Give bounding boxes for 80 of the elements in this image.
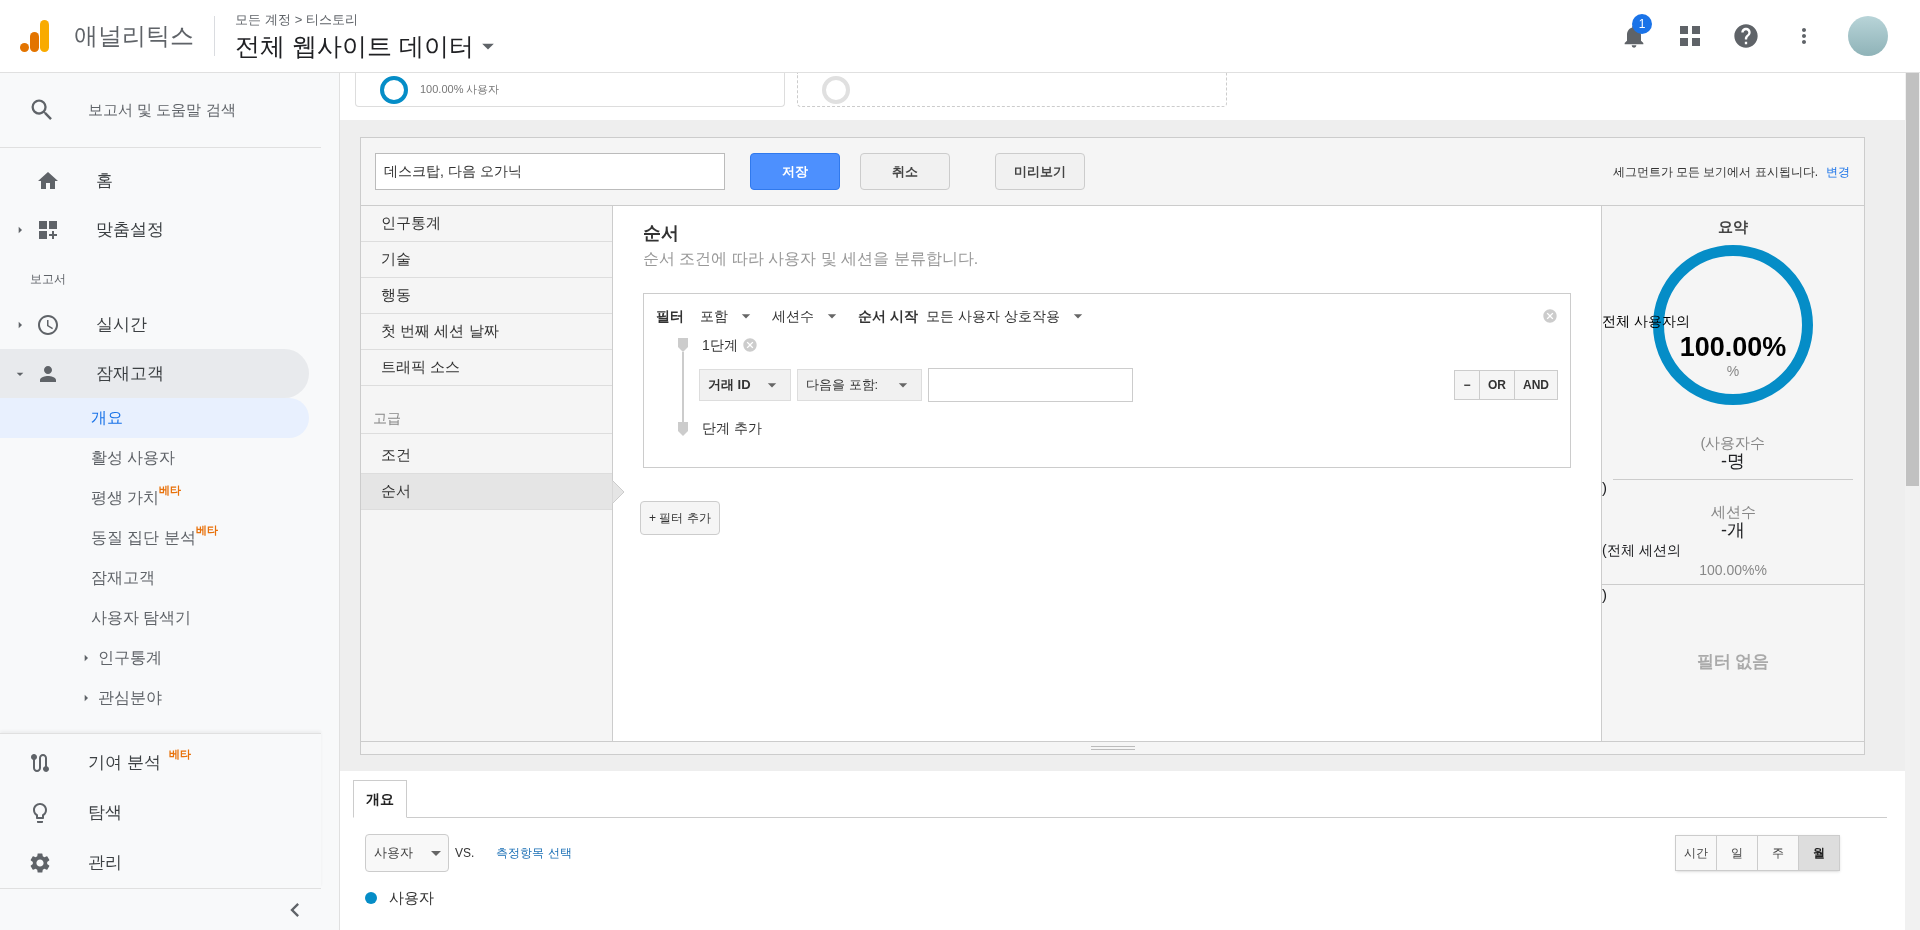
nav-subitem[interactable]: 인구통계 (0, 638, 309, 678)
add-filter-button[interactable]: + 필터 추가 (640, 501, 720, 535)
section-description: 순서 조건에 따라 사용자 및 세션을 분류합니다. (643, 249, 979, 269)
cancel-button[interactable]: 취소 (860, 153, 950, 190)
scope-dropdown[interactable]: 세션수 (772, 305, 842, 327)
sessions-value: -개 (1721, 519, 1745, 540)
breadcrumb-link[interactable]: 티스토리 (306, 10, 359, 30)
period-button[interactable]: 월 (1798, 835, 1840, 871)
closing-parenthesis: ) (1602, 584, 1607, 605)
filter-label: 필터 (656, 306, 684, 326)
nav-item[interactable]: 실시간 (0, 300, 309, 349)
step-label: 1단계 (702, 335, 738, 355)
nav-subitem[interactable]: 개요 (0, 398, 309, 438)
legend-label: 사용자 (389, 888, 434, 908)
sessions-share-value: 100.00%% (1699, 560, 1767, 580)
segment-card[interactable]: 100.00% 사용자 (355, 73, 785, 107)
sequence-start-dropdown[interactable]: 모든 사용자 상호작용 (925, 305, 1088, 327)
app-name: 애널리틱스 (74, 21, 194, 51)
closing-parenthesis: ) (1602, 479, 1607, 496)
dimension-dropdown[interactable]: 거래 ID (699, 369, 791, 401)
operator-dropdown[interactable]: 다음을 포함: (797, 369, 922, 401)
nav-subitem[interactable]: 사용자 탐색기 (0, 598, 309, 638)
beta-label: 베타 (195, 524, 218, 536)
percent-unit: % (1726, 361, 1740, 381)
logic-button[interactable]: AND (1514, 370, 1558, 400)
nav-item[interactable]: 잠재고객 (0, 349, 309, 398)
scrollbar[interactable] (1905, 73, 1920, 930)
select-metric-link[interactable]: 측정항목 선택 (496, 844, 572, 862)
users-share-value: 100.00% (1679, 330, 1787, 364)
change-link[interactable]: 변경 (1826, 162, 1850, 181)
route-icon (28, 751, 52, 775)
preview-button[interactable]: 미리보기 (995, 153, 1085, 190)
period-button[interactable]: 주 (1757, 835, 1799, 871)
ring-icon (380, 75, 408, 104)
advanced-label: 고급 (361, 408, 612, 434)
nav-subitem[interactable]: 잠재고객 (0, 558, 309, 598)
value-field[interactable] (928, 368, 1133, 402)
section-title: 순서 (643, 222, 679, 245)
grip-icon (1090, 745, 1135, 751)
visibility-notice: 세그먼트가 모든 보기에서 표시됩니다. (1612, 163, 1818, 181)
summary-title: 요약 (1718, 217, 1748, 237)
nav-subitem[interactable]: 관심분야 (0, 678, 309, 718)
nav-item[interactable]: 기여 분석 베타 (0, 738, 321, 788)
breadcrumb-link[interactable]: 모든 계정 (235, 10, 291, 30)
period-button[interactable]: 시간 (1675, 835, 1717, 871)
segment-card-text: 100.00% 사용자 (420, 82, 500, 98)
logic-button[interactable]: − (1454, 370, 1480, 400)
nav-subitem[interactable]: 활성 사용자 (0, 438, 309, 478)
no-filter-label: 필터 없음 (1696, 650, 1770, 673)
empty-ring-icon (822, 75, 850, 104)
segment-name-field[interactable]: 데스크탑, 다음 오가닉 (375, 153, 725, 190)
view-selector[interactable]: 전체 웹사이트 데이터 (235, 29, 502, 62)
metric-dropdown[interactable]: 사용자 (365, 834, 449, 872)
beta-label: 베타 (159, 484, 182, 496)
section-label: 보고서 (29, 271, 67, 288)
add-step-button[interactable]: 단계 추가 (702, 418, 762, 439)
sequence-start-label: 순서 시작 (858, 306, 918, 326)
analytics-logo-icon (20, 20, 50, 52)
vs-label: VS. (455, 845, 475, 862)
beta-label: 베타 (168, 748, 191, 760)
users-count-value: -명 (1721, 450, 1745, 471)
users-count-label: (사용자수 (1700, 434, 1766, 451)
clock-icon (36, 312, 60, 337)
nav-item[interactable]: 맞춤설정 (0, 205, 339, 254)
breadcrumb-separator: > (294, 11, 303, 30)
sessions-share-label: (전체 세션의 (1602, 540, 1681, 560)
sessions-label: 세션수 (1710, 503, 1756, 520)
apps-icon[interactable] (1680, 26, 1700, 46)
include-dropdown[interactable]: 포함 (700, 305, 756, 327)
search-field[interactable]: 보고서 및 도움말 검색 (88, 98, 236, 122)
logic-button[interactable]: OR (1479, 370, 1515, 400)
notification-badge: 1 (1632, 14, 1652, 34)
report-tab[interactable]: 개요 (353, 780, 407, 818)
help-icon[interactable] (1732, 22, 1760, 50)
avatar[interactable] (1848, 16, 1888, 56)
period-button[interactable]: 일 (1716, 835, 1758, 871)
nav-item[interactable]: 관리 (0, 838, 321, 888)
settings-icon (28, 851, 52, 875)
nav-item[interactable]: 홈 (0, 156, 339, 205)
nav-item[interactable]: 탐색 (0, 788, 321, 838)
